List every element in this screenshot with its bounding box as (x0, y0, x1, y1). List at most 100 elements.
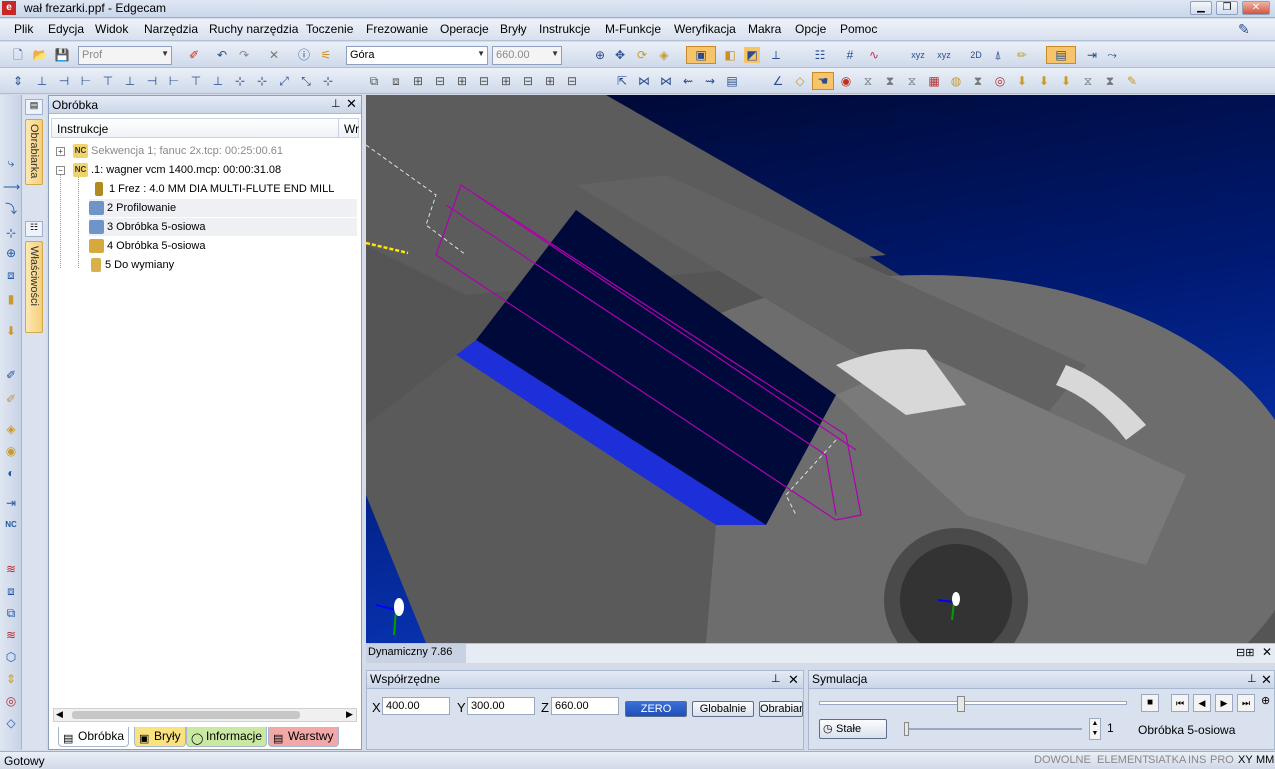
diamond-icon[interactable]: ◇ (3, 715, 19, 731)
hand-icon[interactable]: ☚ (812, 72, 834, 90)
horizontal-scrollbar[interactable]: ◀ ▶ (53, 708, 357, 722)
open-folder-icon[interactable]: 📂 (32, 47, 48, 63)
extend-icon[interactable]: ⊥ (210, 73, 226, 89)
progress-track[interactable] (819, 701, 1127, 705)
continuous-icon[interactable]: ⟶ (3, 179, 20, 195)
tool-select-icon[interactable]: ▮ (3, 291, 19, 307)
plunge-icon[interactable]: ⇝ (702, 73, 718, 89)
drill-tool-icon[interactable]: ⬇ (3, 323, 19, 339)
chamfer-icon[interactable]: ⊤ (100, 73, 116, 89)
feature4-icon[interactable]: ⊟ (476, 73, 492, 89)
cycle-icon[interactable]: ▤ (724, 73, 740, 89)
rotate-icon[interactable]: ⟳ (634, 47, 650, 63)
thread-icon[interactable]: ◎ (992, 73, 1008, 89)
tab-machining[interactable]: ▤ Obróbka (58, 727, 130, 747)
cube-tool-icon[interactable]: ⧈ (3, 267, 19, 283)
profile-op-icon[interactable]: ◉ (3, 443, 19, 459)
engrave-icon[interactable]: ⧖ (1080, 73, 1096, 89)
menu-tools[interactable]: Narzędzia (144, 22, 198, 36)
array-icon[interactable]: ⊹ (320, 73, 336, 89)
hide-icon[interactable]: ◧ (722, 47, 738, 63)
rewind-icon[interactable]: ⏮ (1171, 694, 1189, 712)
fit-icon[interactable]: ◈ (656, 47, 672, 63)
grid-icon[interactable]: # (842, 47, 858, 63)
face-icon[interactable]: ⧗ (970, 73, 986, 89)
z-field[interactable]: 660.00 (551, 697, 619, 715)
drill-icon[interactable]: ⬇ (1014, 73, 1030, 89)
tab-machine[interactable]: Obrabiarka (25, 119, 43, 185)
cycle-op-icon[interactable]: ⇥ (3, 495, 19, 511)
menu-operations[interactable]: Operacje (440, 22, 489, 36)
panel-icon[interactable]: ▤ (25, 99, 43, 115)
rotate-entity-icon[interactable]: ⤢ (276, 73, 292, 89)
menu-file[interactable]: Plik (14, 22, 33, 36)
circle-tool-icon[interactable]: ⊕ (3, 245, 19, 261)
scroll-right-icon[interactable]: ▶ (346, 709, 353, 720)
nc-icon[interactable]: NC (3, 517, 19, 533)
column-wr[interactable]: Wr (344, 122, 359, 136)
close-button[interactable]: ✕ (1242, 1, 1270, 15)
toolpath-icon[interactable]: ⇱ (614, 73, 630, 89)
machine-coords-button[interactable]: Obrabiar (759, 701, 803, 717)
delete-icon[interactable]: ✕ (266, 47, 282, 63)
rough-icon[interactable]: ⧗ (882, 73, 898, 89)
layer-stack-icon[interactable]: ≋ (3, 627, 19, 643)
point-tool-icon[interactable]: ⊹ (3, 225, 19, 241)
menu-solids[interactable]: Bryły (500, 22, 527, 36)
trim-icon[interactable]: ⤳ (1104, 47, 1120, 63)
play-icon[interactable]: ▶ (1215, 694, 1233, 712)
zoom-icon[interactable]: ⊕ (1261, 694, 1270, 707)
rough-op-icon[interactable]: ◐ (3, 465, 19, 481)
mill-op-icon[interactable]: ⧖ (860, 73, 876, 89)
disc-icon[interactable]: ◎ (3, 693, 19, 709)
arc-icon[interactable]: ⊢ (78, 73, 94, 89)
ballmill-icon[interactable]: ✐ (3, 391, 19, 407)
split-view-icon[interactable]: ⊟⊞ (1236, 646, 1254, 659)
pin-icon[interactable]: ⊥ (771, 671, 781, 688)
y-field[interactable]: 300.00 (467, 697, 535, 715)
tree-item-profiling[interactable]: 2 Profilowanie (89, 199, 357, 217)
menu-view[interactable]: Widok (95, 22, 128, 36)
scroll-thumb[interactable] (72, 711, 300, 719)
zoom-icon[interactable]: ⊕ (592, 47, 608, 63)
menu-verification[interactable]: Weryfikacja (674, 22, 736, 36)
rapid-icon[interactable]: ⋈ (658, 73, 674, 89)
speed-thumb[interactable] (904, 722, 909, 736)
2d-icon[interactable]: 2D (968, 47, 984, 63)
menu-macros[interactable]: Makra (748, 22, 781, 36)
tree-item-5axis-1[interactable]: 3 Obróbka 5-osiowa (89, 218, 357, 236)
step-spinner[interactable]: ▲ ▼ (1089, 718, 1101, 740)
progress-thumb[interactable] (957, 696, 965, 712)
feature8-icon[interactable]: ⊟ (564, 73, 580, 89)
axis-icon[interactable]: ⟂ (768, 47, 784, 63)
feature2-icon[interactable]: ⊟ (432, 73, 448, 89)
trim-line-icon[interactable]: ⊤ (188, 73, 204, 89)
line-tool-icon[interactable]: ⤷ (3, 155, 19, 171)
pen-icon[interactable]: ✎ (1238, 21, 1250, 38)
selection-icon[interactable]: ▤ (1046, 46, 1076, 64)
dims-icon[interactable]: ⇕ (3, 671, 19, 687)
menu-instructions[interactable]: Instrukcje (539, 22, 590, 36)
endmill-icon[interactable]: ✐ (3, 367, 19, 383)
feature7-icon[interactable]: ⊞ (542, 73, 558, 89)
step-back-icon[interactable]: ◀ (1193, 694, 1211, 712)
join-icon[interactable]: ⊹ (254, 73, 270, 89)
fast-forward-icon[interactable]: ⏭ (1237, 694, 1255, 712)
tree-expander[interactable]: − (56, 166, 65, 175)
column-instructions[interactable]: Instrukcje (57, 122, 108, 136)
tab-information[interactable]: ◯ Informacje (186, 727, 268, 747)
tree-item-tool-change[interactable]: 5 Do wymiany (89, 256, 174, 274)
tree-item-sequence[interactable]: NC Sekwencja 1; fanuc 2x.tcp: 00:25:00.61 (73, 142, 283, 160)
graphics-viewport[interactable] (366, 95, 1275, 643)
bore-icon[interactable]: ⬇ (1036, 73, 1052, 89)
close-icon[interactable]: ✕ (1261, 671, 1272, 688)
fillet-icon[interactable]: ⊥ (122, 73, 138, 89)
menu-help[interactable]: Pomoc (840, 22, 877, 36)
pan-icon[interactable]: ✥ (612, 47, 628, 63)
solid-stack-icon[interactable]: ⧈ (3, 583, 19, 599)
menu-edit[interactable]: Edycja (48, 22, 84, 36)
slot-icon[interactable]: ▦ (926, 73, 942, 89)
menu-milling[interactable]: Frezowanie (366, 22, 428, 36)
save-icon[interactable]: 💾 (54, 47, 70, 63)
zero-button[interactable]: ZERO (625, 701, 687, 717)
